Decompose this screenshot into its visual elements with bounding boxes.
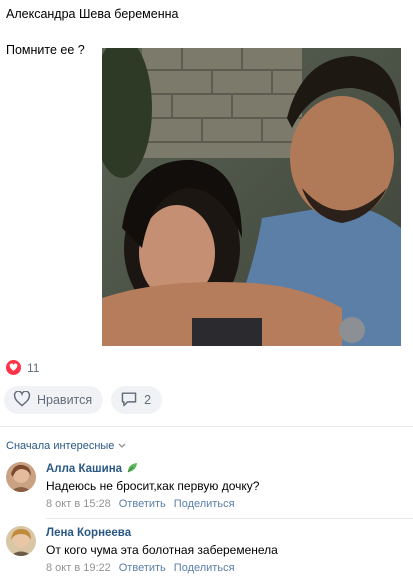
reaction-count: 11 <box>27 360 40 375</box>
comments-button[interactable]: 2 <box>111 386 163 414</box>
like-label: Нравится <box>37 393 93 407</box>
leaf-icon <box>126 462 138 477</box>
heart-icon <box>6 360 21 375</box>
avatar[interactable] <box>6 526 36 556</box>
comment-author[interactable]: Алла Кашина <box>46 463 122 475</box>
reply-link[interactable]: Ответить <box>119 498 166 510</box>
avatar[interactable] <box>6 462 36 492</box>
comment-item: Алла Кашина Надеюсь не бросит,как первую… <box>6 462 406 514</box>
comment-date[interactable]: 8 окт в 15:28 <box>46 498 111 510</box>
comment-text: Надеюсь не бросит,как первую дочку? <box>46 479 260 493</box>
heart-outline-icon <box>13 389 31 410</box>
post-photo[interactable] <box>102 48 401 346</box>
comments-count: 2 <box>144 393 152 407</box>
like-button[interactable]: Нравится <box>4 386 104 414</box>
post-actions: Нравится 2 <box>4 386 163 414</box>
photo-illustration <box>102 48 401 346</box>
comment-icon <box>120 391 138 410</box>
share-link[interactable]: Поделиться <box>174 498 235 510</box>
divider <box>46 518 413 519</box>
comment-item: Лена Корнеева От кого чума эта болотная … <box>6 526 406 578</box>
comment-date[interactable]: 8 окт в 19:22 <box>46 562 111 574</box>
divider <box>0 426 413 427</box>
post-text-line-1: Александра Шева беременна <box>6 7 179 21</box>
comments-sort-label: Сначала интересные <box>6 440 115 452</box>
comment-author[interactable]: Лена Корнеева <box>46 527 131 539</box>
chevron-down-icon <box>118 440 126 452</box>
comment-text: От кого чума эта болотная забеременела <box>46 543 278 557</box>
reply-link[interactable]: Ответить <box>119 562 166 574</box>
comments-sort-dropdown[interactable]: Сначала интересные <box>6 440 126 452</box>
reactions-summary[interactable]: 11 <box>6 360 39 375</box>
share-link[interactable]: Поделиться <box>174 562 235 574</box>
